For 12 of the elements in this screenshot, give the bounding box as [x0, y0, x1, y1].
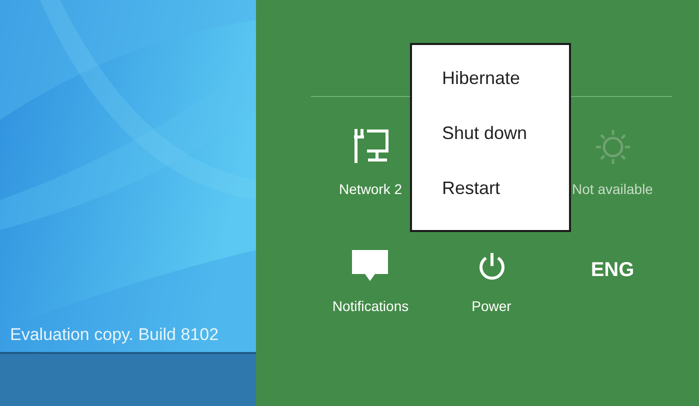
watermark-text: Evaluation copy. Build 8102 — [9, 324, 220, 346]
network-tile-label[interactable]: Network 2 — [338, 179, 402, 200]
menu-item[interactable]: Shut down — [442, 122, 569, 144]
notifications-tile-label[interactable]: Notifications — [332, 296, 409, 317]
power-tile-label[interactable]: Power — [472, 296, 512, 317]
language-indicator[interactable]: ENG — [590, 260, 634, 280]
menu-item[interactable]: Hibernate — [442, 67, 569, 89]
network-icon — [352, 127, 388, 165]
menu-item[interactable]: Restart — [442, 177, 569, 199]
brightness-icon — [594, 129, 630, 165]
power-icon — [478, 252, 506, 282]
message-icon — [352, 250, 388, 282]
